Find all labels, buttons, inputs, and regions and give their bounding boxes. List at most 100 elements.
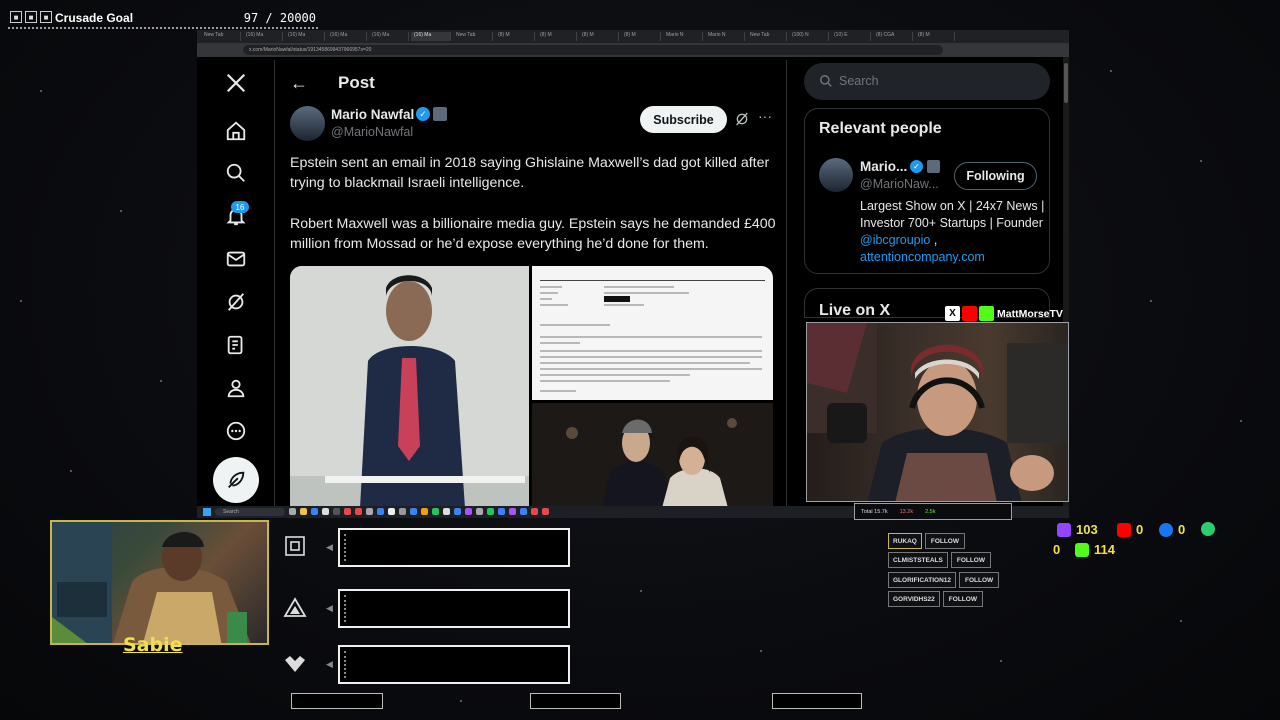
author-name[interactable]: Mario Nawfal <box>331 107 414 122</box>
follow-tag: FOLLOW <box>924 533 966 549</box>
app-icon[interactable] <box>487 508 494 515</box>
recent-follow-row: CLMISTSTEALS FOLLOW <box>888 552 992 568</box>
relevant-people-title: Relevant people <box>819 120 942 137</box>
relevant-person-avatar[interactable] <box>819 158 853 192</box>
app-icon[interactable] <box>465 508 472 515</box>
app-icon[interactable] <box>454 508 461 515</box>
other-count: 0 <box>1053 542 1061 557</box>
more-options-icon[interactable]: ··· <box>758 108 772 124</box>
app-icon[interactable] <box>498 508 505 515</box>
app-icon[interactable] <box>333 508 340 515</box>
post-column: ← Post Mario Nawfal ✓ @MarioNawfal Subsc… <box>274 60 787 508</box>
windows-start-icon[interactable] <box>203 508 211 516</box>
taskview-icon[interactable] <box>289 508 296 515</box>
browser-tab[interactable]: (8) M <box>579 32 619 41</box>
alert-box-1 <box>338 528 570 567</box>
browser-tab[interactable]: (16) Ma <box>327 32 367 41</box>
browser-tab[interactable]: Mario N <box>663 32 703 41</box>
browser-tab[interactable]: (8) M <box>537 32 577 41</box>
author-avatar[interactable] <box>290 106 325 141</box>
app-icon[interactable] <box>509 508 516 515</box>
taskbar-search[interactable]: Search <box>215 508 285 516</box>
browser-tab[interactable]: (16) Ma <box>243 32 283 41</box>
alert-box-3 <box>338 645 570 684</box>
profile-icon[interactable] <box>223 375 249 401</box>
app-icon[interactable] <box>344 508 351 515</box>
youtube-icon <box>1117 522 1131 537</box>
more-circle-icon[interactable] <box>223 418 249 444</box>
feather-icon <box>228 471 245 488</box>
twitch-counter: 103 <box>1057 522 1098 537</box>
browser-tab[interactable]: (16) Ma <box>369 32 409 41</box>
app-icon[interactable] <box>311 508 318 515</box>
browser-tab[interactable]: (8) M <box>495 32 535 41</box>
host-name-label: Sabie <box>123 634 183 656</box>
follower-name: CLMISTSTEALS <box>888 552 948 568</box>
browser-tab[interactable]: New Tab <box>453 32 493 41</box>
browser-tab[interactable]: Mario N <box>705 32 745 41</box>
url-field[interactable]: x.com/MarioNawfal/status/191345869943796… <box>243 45 943 55</box>
recent-follow-row: GLORIFICATION12 FOLLOW <box>888 572 1000 588</box>
app-icon[interactable] <box>443 508 450 515</box>
browser-tab[interactable]: (8) M <box>915 32 955 41</box>
follow-tag: FOLLOW <box>959 572 1000 588</box>
tab-strip: New Tab (16) Ma (16) Ma (16) Ma (16) Ma (16) … <box>197 30 1069 43</box>
post-photo-man[interactable] <box>290 266 529 508</box>
app-icon[interactable] <box>410 508 417 515</box>
search-icon[interactable] <box>223 160 249 186</box>
post-photo-email-screenshot[interactable] <box>532 266 773 400</box>
bio-link-attentioncompany[interactable]: attentioncompany.com <box>860 250 985 264</box>
author-handle[interactable]: @MarioNawfal <box>331 125 413 139</box>
app-icon[interactable] <box>399 508 406 515</box>
back-arrow-icon[interactable]: ← <box>290 73 308 94</box>
compose-post-button[interactable] <box>213 457 259 503</box>
browser-tab[interactable]: New Tab <box>201 32 241 41</box>
app-icon[interactable] <box>476 508 483 515</box>
lists-icon[interactable] <box>223 332 249 358</box>
goal-boxes: ■ ■ ■ <box>10 11 52 23</box>
follow-tag: FOLLOW <box>950 552 992 568</box>
grok-icon[interactable] <box>223 289 249 315</box>
bio-link-ibcgroupio[interactable]: @ibcgroupio <box>860 233 930 247</box>
app-icon[interactable] <box>388 508 395 515</box>
relevant-people-card: Relevant people Mario... ✓ @MarioNaw... … <box>804 108 1050 274</box>
x-logo-icon[interactable] <box>223 70 249 96</box>
app-icon[interactable] <box>377 508 384 515</box>
browser-tab[interactable]: New Tab <box>747 32 787 41</box>
app-icon[interactable] <box>520 508 527 515</box>
post-photo-couple[interactable] <box>532 403 773 508</box>
relevant-person-handle[interactable]: @MarioNaw... <box>860 177 939 191</box>
home-icon[interactable] <box>223 118 249 144</box>
alert-bits-icon <box>285 536 305 556</box>
recent-follow-row: RUKAQ FOLLOW <box>888 533 966 549</box>
affiliate-badge-icon <box>433 107 447 121</box>
following-button[interactable]: Following <box>954 162 1037 190</box>
app-icon[interactable] <box>531 508 538 515</box>
alert-arrow-icon: ◀ <box>326 542 333 552</box>
browser-tab[interactable]: (16) Ma <box>411 32 451 41</box>
explorer-icon[interactable] <box>300 508 307 515</box>
relevant-person-name[interactable]: Mario... <box>860 159 907 174</box>
browser-tab[interactable]: (8) M <box>621 32 661 41</box>
twitch-count: 103 <box>1076 522 1098 537</box>
grok-explain-icon[interactable] <box>734 111 750 127</box>
browser-tab[interactable]: (10) E <box>831 32 871 41</box>
alert-sub-icon <box>283 597 307 617</box>
messages-icon[interactable] <box>223 246 249 272</box>
app-icon[interactable] <box>322 508 329 515</box>
app-icon[interactable] <box>542 508 549 515</box>
youtube-counter: 0 <box>1117 522 1143 537</box>
chrome-icon[interactable] <box>421 508 428 515</box>
guest-channel-name: MattMorseTV <box>997 308 1063 320</box>
app-icon[interactable] <box>366 508 373 515</box>
browser-tab[interactable]: (16) Ma <box>285 32 325 41</box>
browser-tab[interactable]: (8) CGA <box>873 32 913 41</box>
subscribe-button[interactable]: Subscribe <box>640 106 727 133</box>
browser-tab[interactable]: (100) N <box>789 32 829 41</box>
app-icon[interactable] <box>355 508 362 515</box>
guest-viewer-stats: Total 15.7k 13.2k 2.5k <box>854 503 1012 520</box>
search-input[interactable]: Search <box>804 63 1050 100</box>
app-icon[interactable] <box>432 508 439 515</box>
post-media-grid[interactable] <box>290 266 773 508</box>
ticker-box-1 <box>291 693 383 709</box>
